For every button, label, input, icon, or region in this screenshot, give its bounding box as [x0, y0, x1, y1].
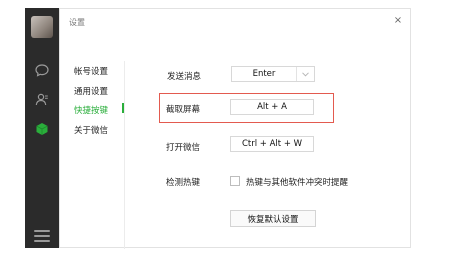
- favorites-icon[interactable]: [34, 121, 50, 137]
- nav-item-shortcuts[interactable]: 快捷按键: [74, 104, 108, 116]
- restore-defaults-button[interactable]: 恢复默认设置: [230, 210, 316, 227]
- hotkey-conflict-checkbox[interactable]: [230, 176, 240, 186]
- menu-icon[interactable]: [34, 230, 50, 242]
- open-wechat-hotkey-field[interactable]: Ctrl + Alt + W: [230, 136, 314, 152]
- left-rail: [25, 8, 59, 248]
- screenshot-label: 截取屏幕: [166, 105, 201, 115]
- screenshot-hotkey-field[interactable]: Alt + A: [230, 99, 314, 115]
- send-message-select[interactable]: Enter: [231, 66, 315, 82]
- window-title: 设置: [69, 18, 85, 27]
- send-message-value: Enter: [252, 69, 276, 79]
- nav-item-about[interactable]: 关于微信: [74, 124, 108, 136]
- nav-divider: [124, 61, 125, 249]
- chevron-down-icon[interactable]: [296, 67, 314, 81]
- open-wechat-label: 打开微信: [166, 143, 201, 153]
- nav-item-account[interactable]: 帐号设置: [74, 65, 108, 77]
- send-message-label: 发送消息: [167, 72, 202, 82]
- hotkey-conflict-text: 热键与其他软件冲突时提醒: [246, 178, 349, 188]
- nav-item-general[interactable]: 通用设置: [74, 85, 108, 97]
- close-icon[interactable]: ×: [392, 15, 404, 27]
- screenshot-hotkey-value: Alt + A: [257, 102, 287, 112]
- contacts-icon[interactable]: [34, 91, 50, 107]
- detect-hotkey-label: 检测热键: [166, 178, 201, 188]
- screenshot-canvas: 设置 × 帐号设置 通用设置 快捷按键 关于微信 发送消息 Enter 截取屏幕…: [0, 0, 474, 254]
- avatar[interactable]: [31, 16, 53, 38]
- open-wechat-hotkey-value: Ctrl + Alt + W: [241, 139, 303, 149]
- chat-icon[interactable]: [34, 62, 50, 78]
